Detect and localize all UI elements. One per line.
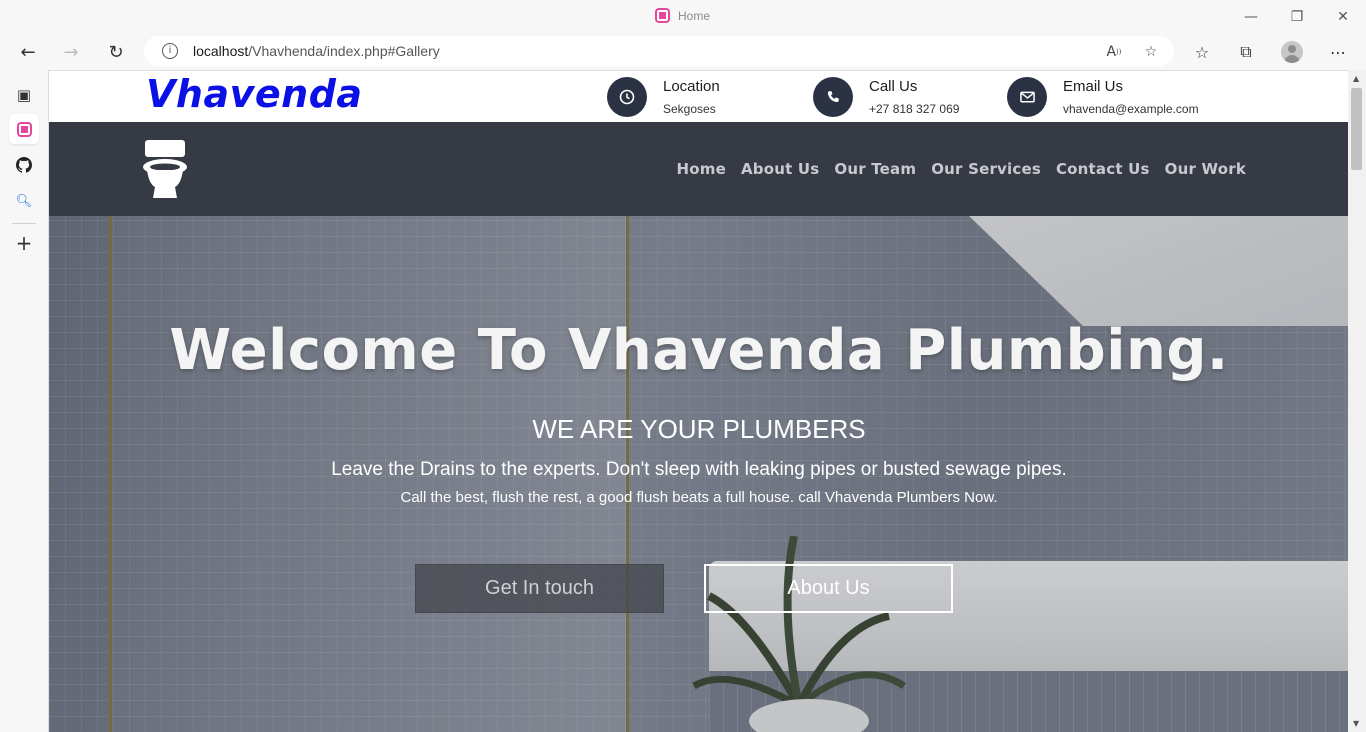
profile-avatar[interactable]	[1281, 41, 1303, 63]
browser-toolbar: ← → ↻ i localhost/Vhavhenda/index.php#Ga…	[0, 33, 1366, 70]
contact-phone: Call Us +27 818 327 069	[813, 77, 959, 117]
nav-about-us[interactable]: About Us	[741, 160, 819, 178]
add-icon[interactable]: +	[9, 228, 39, 258]
sidebar-app-icon[interactable]	[9, 114, 39, 144]
get-in-touch-button[interactable]: Get In touch	[415, 564, 664, 613]
main-nav: Home About Us Our Team Our Services Cont…	[676, 160, 1246, 178]
scrollbar-thumb[interactable]	[1351, 88, 1362, 170]
close-window-icon[interactable]: ✕	[1320, 0, 1366, 33]
contact-label: Location	[663, 78, 720, 95]
contact-value[interactable]: vhavenda@example.com	[1063, 102, 1199, 116]
tab-title[interactable]: Home	[655, 8, 710, 23]
collections-icon[interactable]: ⧉	[1234, 41, 1258, 63]
contact-value: +27 818 327 069	[869, 102, 960, 116]
contact-label: Call Us	[869, 78, 918, 95]
github-icon[interactable]	[9, 150, 39, 180]
add-favorite-icon[interactable]: ☆	[1141, 42, 1161, 62]
hero-section: Welcome To Vhavenda Plumbing. WE ARE YOU…	[49, 216, 1348, 732]
nav-our-team[interactable]: Our Team	[834, 160, 916, 178]
contact-location: Location Sekgoses	[607, 77, 720, 117]
site-favicon-icon	[655, 8, 670, 23]
hero-subtitle: WE ARE YOUR PLUMBERS	[532, 414, 866, 444]
browser-sidebar: ▣ 🔍︎ +	[0, 70, 47, 732]
url-host: localhost	[193, 43, 249, 59]
url-path: /Vhavhenda/index.php#Gallery	[248, 43, 440, 59]
phone-icon	[813, 77, 853, 117]
search-icon[interactable]: 🔍︎	[9, 186, 39, 216]
clock-icon	[607, 77, 647, 117]
contact-email: Email Us vhavenda@example.com	[1007, 77, 1199, 117]
read-aloud-icon[interactable]: A))	[1104, 42, 1124, 62]
hero-text-1: Leave the Drains to the experts. Don't s…	[331, 459, 1067, 480]
favorites-icon[interactable]: ☆	[1190, 41, 1214, 63]
forward-icon[interactable]: →	[58, 39, 84, 65]
contact-label: Email Us	[1063, 78, 1124, 95]
site-topbar: Vhavenda Location Sekgoses Call Us +27 8…	[49, 71, 1348, 122]
address-bar[interactable]: i localhost/Vhavhenda/index.php#Gallery …	[144, 36, 1174, 66]
about-us-button[interactable]: About Us	[704, 564, 953, 613]
window-controls: — ❐ ✕	[1228, 0, 1366, 33]
refresh-icon[interactable]: ↻	[103, 39, 129, 65]
toilet-logo-icon[interactable]	[141, 140, 189, 200]
tab-title-label: Home	[678, 8, 711, 23]
scroll-up-icon[interactable]: ▲	[1353, 74, 1359, 83]
envelope-icon	[1007, 77, 1047, 117]
contact-value: Sekgoses	[663, 102, 716, 116]
site-navbar: Home About Us Our Team Our Services Cont…	[49, 122, 1348, 216]
nav-home[interactable]: Home	[676, 160, 725, 178]
minimize-icon[interactable]: —	[1228, 0, 1274, 33]
web-page: Vhavenda Location Sekgoses Call Us +27 8…	[48, 70, 1348, 732]
site-info-icon[interactable]: i	[162, 43, 178, 59]
url-text[interactable]: localhost/Vhavhenda/index.php#Gallery	[193, 43, 440, 59]
nav-contact-us[interactable]: Contact Us	[1056, 160, 1150, 178]
browser-titlebar: Home — ❐ ✕	[0, 0, 1366, 33]
hero-text-2: Call the best, flush the rest, a good fl…	[400, 489, 998, 506]
sidebar-divider	[12, 223, 36, 224]
restore-icon[interactable]: ❐	[1274, 0, 1320, 33]
nav-our-work[interactable]: Our Work	[1165, 160, 1246, 178]
scroll-down-icon[interactable]: ▼	[1353, 719, 1359, 728]
tab-actions-icon[interactable]: ▣	[9, 80, 39, 110]
more-menu-icon[interactable]: ⋯	[1326, 41, 1350, 63]
nav-our-services[interactable]: Our Services	[931, 160, 1041, 178]
back-icon[interactable]: ←	[15, 39, 41, 65]
page-scrollbar[interactable]: ▲ ▼	[1348, 70, 1366, 732]
site-brand[interactable]: Vhavenda	[146, 72, 363, 116]
hero-title: Welcome To Vhavenda Plumbing.	[169, 318, 1229, 383]
